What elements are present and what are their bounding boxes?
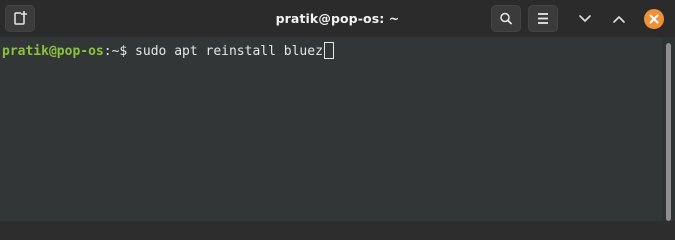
close-icon [649,14,659,24]
command-text: sudo apt reinstall bluez [127,44,323,59]
title-bar[interactable]: pratik@pop-os: ~ [0,0,675,37]
scrollbar-thumb[interactable] [666,43,671,221]
scroll-up-button[interactable] [606,6,632,32]
prompt-separator: : [103,44,112,59]
menu-button[interactable] [528,5,558,32]
terminal-window: pratik@pop-os: ~ pratik@pop-os:~$ sudo a… [0,0,675,221]
chevron-down-icon [579,15,591,22]
close-button[interactable] [644,9,664,29]
command-line[interactable]: pratik@pop-os:~$ sudo apt reinstall blue… [2,42,334,60]
terminal-output[interactable]: pratik@pop-os:~$ sudo apt reinstall blue… [0,37,662,221]
chevron-up-icon [613,16,625,23]
scrollbar[interactable] [662,37,675,221]
text-cursor [323,42,334,59]
scroll-down-button[interactable] [572,6,598,32]
search-icon [500,12,512,25]
hamburger-menu-icon [538,13,548,24]
search-button[interactable] [491,5,521,32]
prompt-user-host: pratik@pop-os [2,44,104,59]
